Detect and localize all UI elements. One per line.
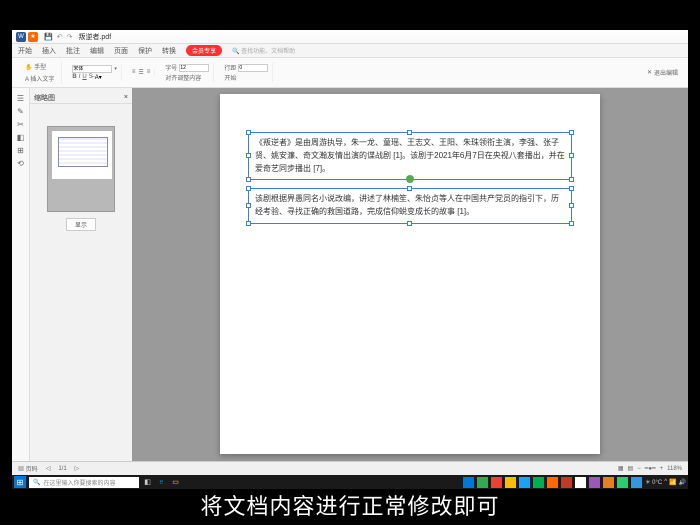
align-center-icon[interactable]: ☰ xyxy=(138,69,143,76)
close-panel-icon[interactable]: × xyxy=(124,94,128,101)
tray-network-icon[interactable]: 📶 xyxy=(669,479,676,486)
hand-tool-button[interactable]: ✋ 手型 xyxy=(22,61,57,72)
tab-insert[interactable]: 插入 xyxy=(42,46,56,56)
app-icon-10[interactable] xyxy=(589,477,600,488)
font-select[interactable] xyxy=(72,65,112,73)
insert-text-button[interactable]: A 插入文字 xyxy=(22,73,57,84)
size-input[interactable] xyxy=(179,64,209,72)
tool-strip: ☰ ✎ ✂ ◧ ⊞ ⟲ xyxy=(12,88,30,461)
thumbnail-header: 缩略图 × xyxy=(30,92,132,104)
size-label: 字号 xyxy=(165,63,177,72)
font-color-button[interactable]: A▾ xyxy=(95,74,102,81)
align-adjust-label: 对齐调整内容 xyxy=(165,73,201,82)
document-title: 叛逆者.pdf xyxy=(78,32,111,42)
search-hint[interactable]: 🔍 查找功能、文档帮助 xyxy=(232,46,295,55)
app-icon: W xyxy=(16,32,26,42)
line-height-input[interactable] xyxy=(238,64,268,72)
document-canvas[interactable]: 《叛逆者》是由周游执导，朱一龙、童瑶、王志文、王阳、朱珠领衔主演，李强、张子贤、… xyxy=(132,88,688,461)
app-icon-11[interactable] xyxy=(603,477,614,488)
app-icon-6[interactable] xyxy=(533,477,544,488)
tool-outline-icon[interactable]: ☰ xyxy=(17,94,24,103)
tool-layout-icon[interactable]: ◧ xyxy=(17,133,25,142)
tab-vip[interactable]: 会员专享 xyxy=(186,45,222,56)
app-icon-13[interactable] xyxy=(631,477,642,488)
page-label: ▦ 页码 xyxy=(18,464,38,473)
system-tray[interactable]: ☀ 0°C ^ 📶 🔊 xyxy=(645,479,686,486)
page-next-button[interactable]: ▷ xyxy=(75,465,80,472)
start-button[interactable]: ⊞ xyxy=(14,476,26,488)
taskbar-search[interactable]: 🔍 在这里输入你要搜索的内容 xyxy=(29,477,139,488)
view-single-icon[interactable]: ▤ xyxy=(628,465,634,472)
tab-protect[interactable]: 保护 xyxy=(138,46,152,56)
titlebar: W ★ 💾 ↶ ↷ 叛逆者.pdf xyxy=(12,30,688,44)
tool-crop-icon[interactable]: ✂ xyxy=(17,120,24,129)
zoom-in-button[interactable]: + xyxy=(660,466,664,472)
tab-start[interactable]: 开始 xyxy=(18,46,32,56)
tool-refresh-icon[interactable]: ⟲ xyxy=(17,159,24,168)
app-icon-9[interactable] xyxy=(575,477,586,488)
tray-chevron-icon[interactable]: ^ xyxy=(664,479,667,485)
menu-tabs: 开始 插入 批注 编辑 页面 保护 转换 会员专享 🔍 查找功能、文档帮助 xyxy=(12,44,688,58)
app-icon-12[interactable] xyxy=(617,477,628,488)
video-subtitle: 将文档内容进行正常修改即可 xyxy=(0,489,700,521)
taskbar: ⊞ 🔍 在这里输入你要搜索的内容 ◧ e ▭ ☀ 0°C ^ 📶 🔊 xyxy=(12,475,688,489)
zoom-slider[interactable]: ━●━ xyxy=(645,465,656,472)
app-icon-3[interactable] xyxy=(491,477,502,488)
edge-icon[interactable]: e xyxy=(156,477,167,488)
text-block-2[interactable]: 该剧根据畀愚同名小说改编，讲述了林楠笙、朱怡贞等人在中国共产党员的指引下，历经考… xyxy=(248,188,572,224)
close-icon: ✕ xyxy=(647,69,652,76)
tray-volume-icon[interactable]: 🔊 xyxy=(679,479,686,486)
zoom-out-button[interactable]: − xyxy=(637,466,641,472)
qat-redo-icon[interactable]: ↷ xyxy=(67,33,73,41)
align-left-icon[interactable]: ≡ xyxy=(132,69,136,76)
statusbar: ▦ 页码 ◁ 1/1 ▷ ▦ ▤ − ━●━ + 118% xyxy=(12,461,688,475)
page-prev-button[interactable]: ◁ xyxy=(46,465,51,472)
task-view-icon[interactable]: ◧ xyxy=(142,477,153,488)
view-mode-icon[interactable]: ▦ xyxy=(618,465,624,472)
tab-convert[interactable]: 转换 xyxy=(162,46,176,56)
close-edit-button[interactable]: ✕ 退出编辑 xyxy=(647,68,678,77)
start-label: 开始 xyxy=(224,73,268,82)
ribbon: ✋ 手型 A 插入文字 ▾ B I U S̶ A▾ ≡ ☰ ≡ xyxy=(12,58,688,88)
text-content-2[interactable]: 该剧根据畀愚同名小说改编，讲述了林楠笙、朱怡贞等人在中国共产党员的指引下，历经考… xyxy=(255,194,559,216)
tab-page[interactable]: 页面 xyxy=(114,46,128,56)
tool-grid-icon[interactable]: ⊞ xyxy=(17,146,24,155)
page-thumbnail[interactable] xyxy=(47,126,115,212)
app-icon-7[interactable] xyxy=(547,477,558,488)
strike-button[interactable]: S̶ xyxy=(89,74,93,81)
app-icon-2[interactable] xyxy=(477,477,488,488)
app-icon-1[interactable] xyxy=(463,477,474,488)
qat-undo-icon[interactable]: ↶ xyxy=(57,33,63,41)
app-icon-8[interactable] xyxy=(561,477,572,488)
tab-edit[interactable]: 编辑 xyxy=(90,46,104,56)
font-size-label: ▾ xyxy=(114,66,117,72)
page-indicator: 1/1 xyxy=(58,466,66,472)
italic-button[interactable]: I xyxy=(79,74,81,81)
text-block-1[interactable]: 《叛逆者》是由周游执导，朱一龙、童瑶、王志文、王阳、朱珠领衔主演，李强、张子贤、… xyxy=(248,132,572,180)
line-height-label: 行距 xyxy=(224,63,236,72)
qat-save-icon[interactable]: 💾 xyxy=(44,33,53,41)
app-icon-5[interactable] xyxy=(519,477,530,488)
bold-button[interactable]: B xyxy=(72,74,76,81)
search-icon: 🔍 xyxy=(33,479,40,486)
text-content-1[interactable]: 《叛逆者》是由周游执导，朱一龙、童瑶、王志文、王阳、朱珠领衔主演，李强、张子贤、… xyxy=(255,138,565,173)
tab-comment[interactable]: 批注 xyxy=(66,46,80,56)
app-badge-icon: ★ xyxy=(28,32,38,42)
thumbnail-label[interactable]: 显示 xyxy=(66,218,96,231)
zoom-value: 118% xyxy=(667,466,682,472)
left-panel: ☰ ✎ ✂ ◧ ⊞ ⟲ 缩略图 × 显示 xyxy=(12,88,132,461)
weather-widget[interactable]: ☀ 0°C xyxy=(645,479,662,486)
app-icon-4[interactable] xyxy=(505,477,516,488)
tool-edit-icon[interactable]: ✎ xyxy=(17,107,24,116)
underline-button[interactable]: U xyxy=(82,74,86,81)
document-page: 《叛逆者》是由周游执导，朱一龙、童瑶、王志文、王阳、朱珠领衔主演，李强、张子贤、… xyxy=(220,94,600,454)
align-right-icon[interactable]: ≡ xyxy=(147,69,151,76)
rotate-handle-icon[interactable] xyxy=(406,175,414,183)
explorer-icon[interactable]: ▭ xyxy=(170,477,181,488)
